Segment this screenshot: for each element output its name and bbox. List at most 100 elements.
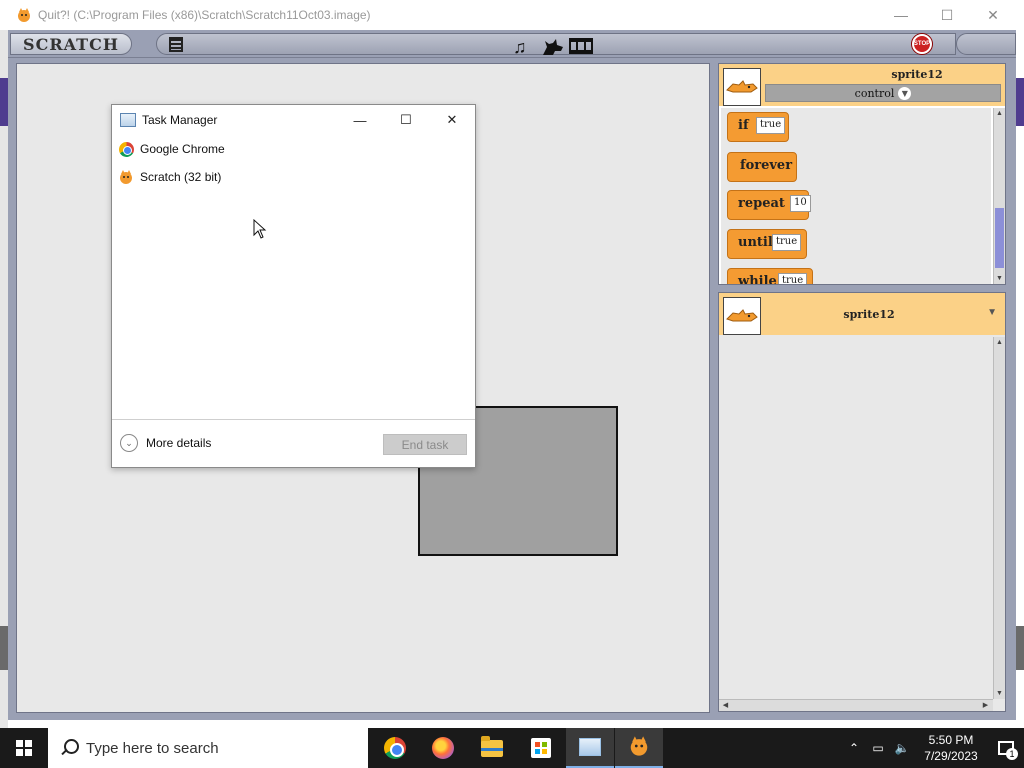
sprite-pane-scrollbar[interactable]: ▲ ▼ xyxy=(993,337,1005,699)
scratch-logo[interactable]: SCRATCH xyxy=(10,33,132,55)
chevron-down-icon: ⌄ xyxy=(120,434,138,452)
taskbar-search[interactable]: Type here to search xyxy=(48,728,368,768)
volume-icon[interactable]: 🔈 xyxy=(890,741,914,755)
sprite-pane: sprite12 ▼ ▲ ▼ ◀ ▶ xyxy=(718,292,1006,712)
block-slot[interactable]: true xyxy=(778,273,808,284)
more-details-label: More details xyxy=(146,436,212,450)
clock-time: 5:50 PM xyxy=(928,733,974,747)
desktop-strip xyxy=(0,626,8,670)
scroll-right-icon[interactable]: ▶ xyxy=(981,701,990,710)
desktop-strip xyxy=(1016,78,1024,126)
store-icon xyxy=(531,738,551,758)
process-name: Scratch (32 bit) xyxy=(140,170,222,184)
toolbar-right-cap xyxy=(956,33,1016,55)
search-icon xyxy=(60,739,79,757)
close-button[interactable]: ✕ xyxy=(429,105,475,135)
block-until[interactable]: until true xyxy=(727,229,807,259)
taskbar-task-manager[interactable] xyxy=(566,728,614,768)
scroll-up-icon[interactable]: ▲ xyxy=(995,109,1004,118)
task-manager-window: Task Manager — ☐ ✕ Google Chrome Scratch… xyxy=(111,104,476,468)
film-icon[interactable] xyxy=(569,37,593,60)
start-button[interactable] xyxy=(0,728,48,768)
scroll-up-icon[interactable]: ▲ xyxy=(995,338,1004,347)
sprite-name[interactable]: sprite12 xyxy=(819,308,919,321)
task-manager-title: Task Manager xyxy=(142,113,218,127)
category-dropdown[interactable]: control ▼ xyxy=(765,84,1001,102)
music-note-icon[interactable]: ♫ xyxy=(513,37,527,58)
scratch-toolbar: SCRATCH ♫ STOP xyxy=(8,30,1016,58)
palette-scrollbar[interactable]: ▲ ▼ xyxy=(993,108,1005,284)
taskbar: Type here to search ⌃ ▭ 🔈 5:50 PM 7/29/2… xyxy=(0,728,1024,768)
chrome-icon xyxy=(384,737,406,759)
desktop-background-left xyxy=(0,30,8,728)
block-label: repeat xyxy=(738,196,785,211)
taskbar-scratch[interactable] xyxy=(615,728,663,768)
process-row[interactable]: Scratch (32 bit) xyxy=(118,166,221,188)
scroll-down-icon[interactable]: ▼ xyxy=(995,274,1004,283)
block-label: forever xyxy=(740,158,793,173)
file-explorer-icon xyxy=(481,735,503,757)
window-title: Quit?! (C:\Program Files (x86)\Scratch\S… xyxy=(38,8,371,22)
minimize-button[interactable]: — xyxy=(878,0,924,30)
process-row[interactable]: Google Chrome xyxy=(118,138,225,160)
window-title-bar[interactable]: Quit?! (C:\Program Files (x86)\Scratch\S… xyxy=(8,0,1016,30)
notification-badge: 1 xyxy=(1006,748,1018,760)
notification-button[interactable]: 1 xyxy=(988,728,1024,768)
chevron-down-icon: ▼ xyxy=(898,86,912,100)
block-slot[interactable]: 10 xyxy=(790,195,811,212)
end-task-button[interactable]: End task xyxy=(383,434,467,455)
menu-bar: ♫ xyxy=(156,33,956,58)
block-slot[interactable]: true xyxy=(772,234,802,251)
chrome-icon xyxy=(118,141,134,157)
scratch-cat-icon xyxy=(16,7,32,23)
file-menu-icon[interactable] xyxy=(169,37,183,52)
process-name: Google Chrome xyxy=(140,142,225,156)
scroll-thumb[interactable] xyxy=(995,208,1004,268)
windows-logo-icon xyxy=(16,740,32,756)
chevron-down-icon[interactable]: ▼ xyxy=(987,307,997,318)
close-button[interactable]: ✕ xyxy=(970,0,1016,30)
palette-sprite-name: sprite12 xyxy=(891,68,943,81)
block-while[interactable]: while true xyxy=(727,268,813,284)
maximize-button[interactable]: ☐ xyxy=(383,105,429,135)
task-manager-icon xyxy=(579,738,601,756)
task-manager-footer: ⌄ More details End task xyxy=(112,419,475,467)
maximize-button[interactable]: ☐ xyxy=(924,0,970,30)
block-forever[interactable]: forever xyxy=(727,152,797,182)
category-label: control xyxy=(854,86,895,100)
taskbar-firefox[interactable] xyxy=(419,728,467,768)
firefox-icon xyxy=(432,737,454,759)
clock[interactable]: 5:50 PM 7/29/2023 xyxy=(914,732,988,764)
sprite-thumbnail[interactable] xyxy=(723,297,761,335)
taskbar-file-explorer[interactable] xyxy=(468,728,516,768)
block-label: if xyxy=(738,118,749,133)
scroll-down-icon[interactable]: ▼ xyxy=(995,689,1004,698)
scroll-left-icon[interactable]: ◀ xyxy=(721,701,730,710)
block-palette: sprite12 control ▼ if true forever repea… xyxy=(718,63,1006,285)
mouse-cursor-icon xyxy=(253,218,267,242)
chevron-up-icon[interactable]: ⌃ xyxy=(842,741,866,755)
more-details-button[interactable]: ⌄ More details xyxy=(120,434,211,452)
sprite-thumbnail[interactable] xyxy=(723,68,761,106)
network-icon[interactable]: ▭ xyxy=(866,741,890,755)
block-slot[interactable]: true xyxy=(756,117,786,134)
blocks-area: if true forever repeat 10 until true whi… xyxy=(721,108,991,284)
task-manager-title-bar[interactable]: Task Manager — ☐ ✕ xyxy=(112,105,475,135)
block-if[interactable]: if true xyxy=(727,112,789,142)
clock-date: 7/29/2023 xyxy=(924,749,978,763)
taskbar-store[interactable] xyxy=(517,728,565,768)
scratch-cat-icon xyxy=(118,169,134,185)
stop-button[interactable]: STOP xyxy=(912,34,932,54)
taskbar-chrome[interactable] xyxy=(371,728,419,768)
minimize-button[interactable]: — xyxy=(337,105,383,135)
palette-header: sprite12 control ▼ xyxy=(719,64,1005,106)
desktop-strip xyxy=(1016,626,1024,670)
block-label: while xyxy=(738,274,777,284)
sprite-header: sprite12 ▼ xyxy=(719,293,1005,335)
block-label: until xyxy=(738,235,773,250)
desktop-strip xyxy=(0,78,8,126)
sprite-pane-hscrollbar[interactable]: ◀ ▶ xyxy=(719,699,993,711)
task-manager-icon xyxy=(120,113,136,127)
block-repeat[interactable]: repeat 10 xyxy=(727,190,811,220)
search-placeholder: Type here to search xyxy=(86,739,219,757)
